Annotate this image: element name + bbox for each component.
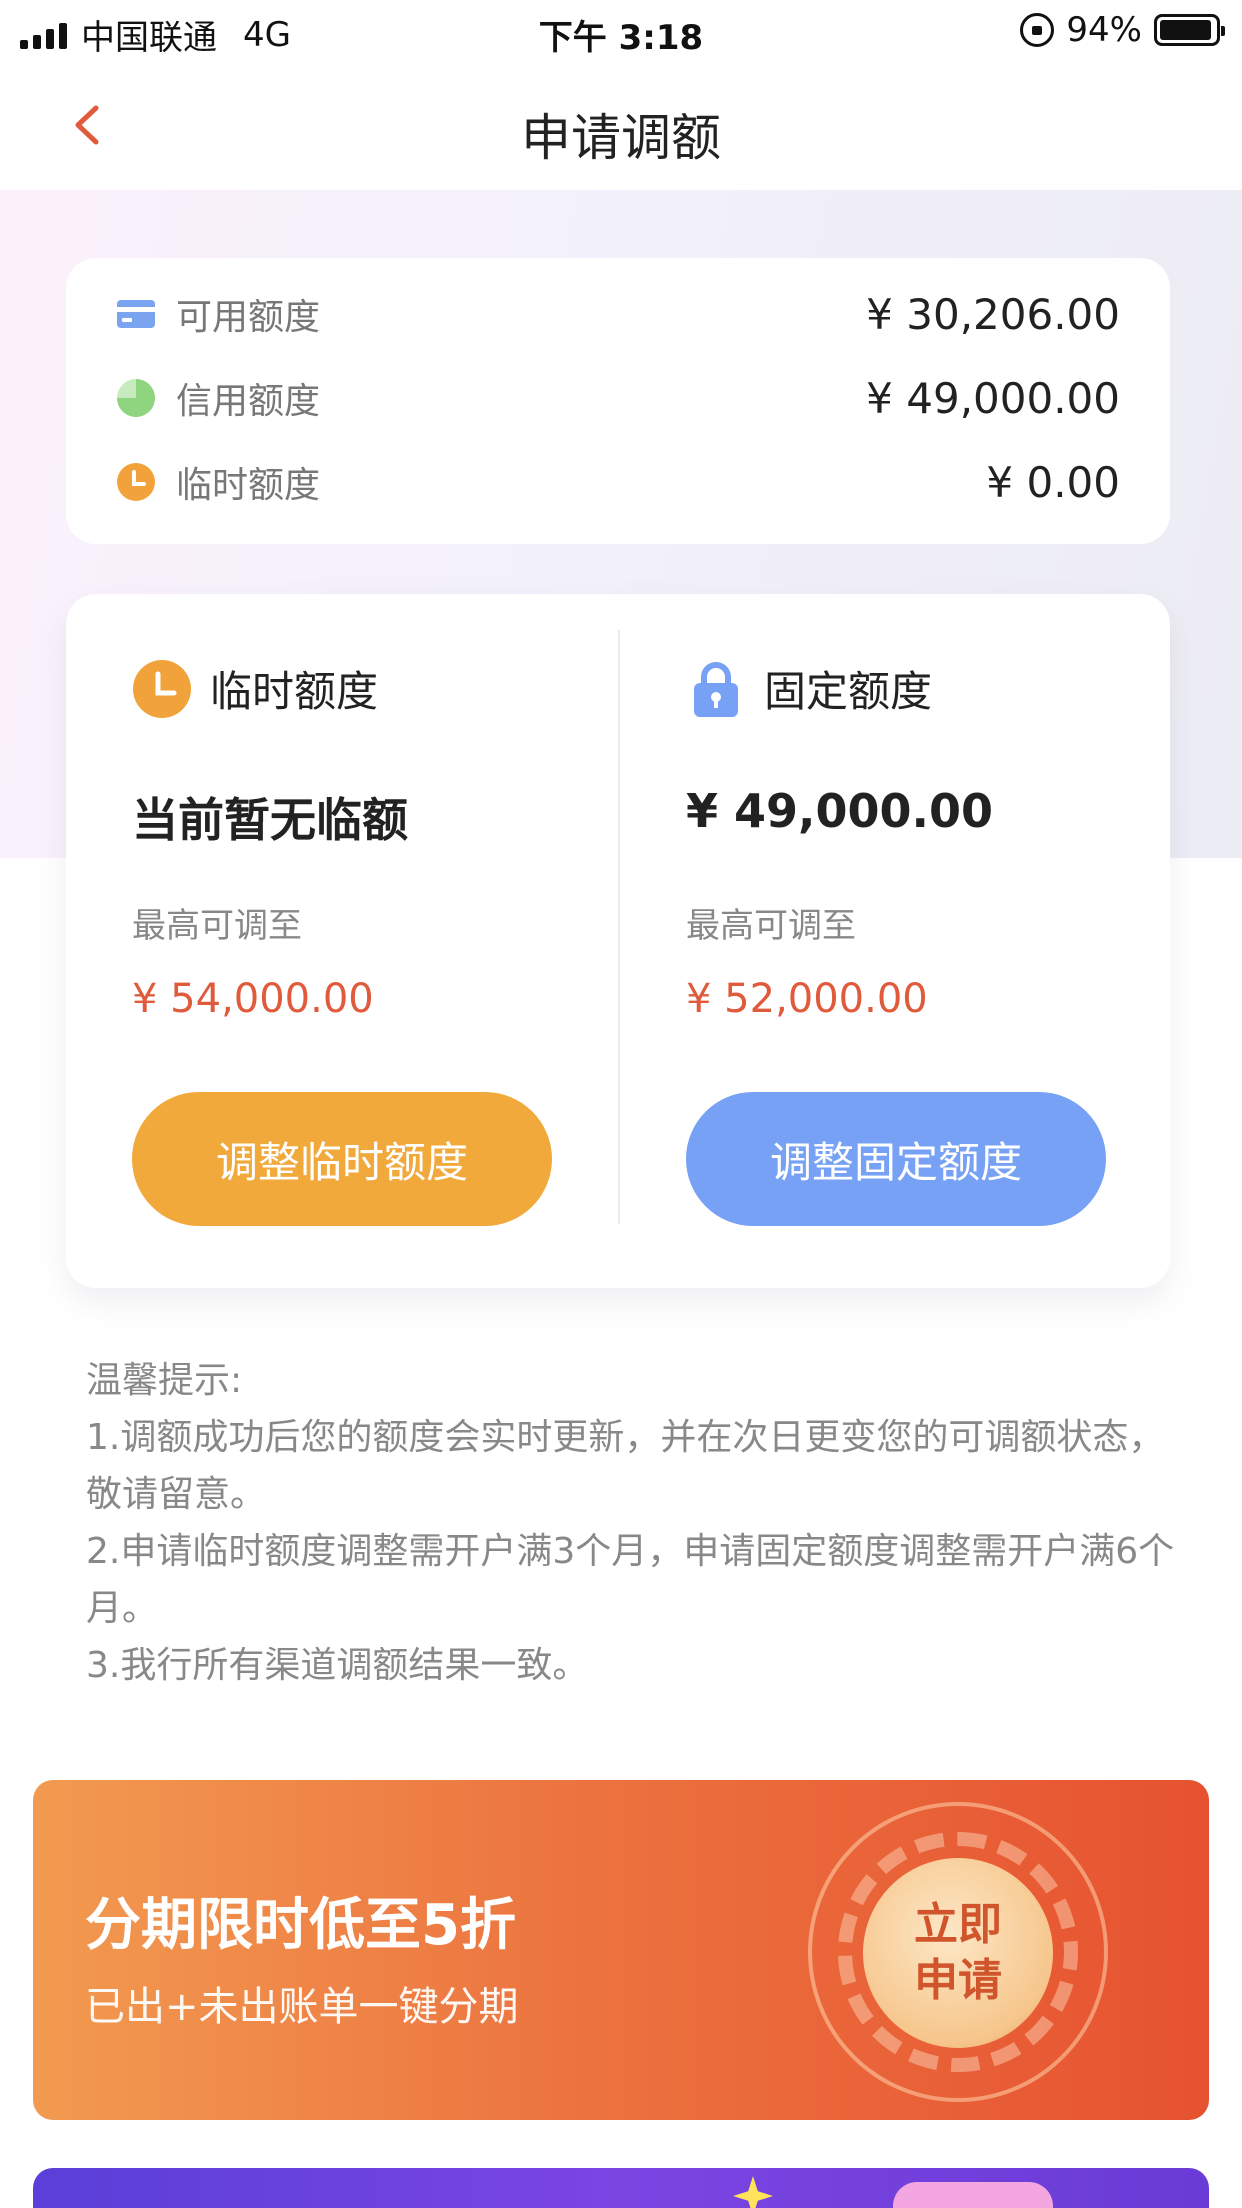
max-adjust-label: 最高可调至 [686, 906, 856, 946]
pie-icon [117, 379, 155, 417]
summary-value: ¥ 0.00 [986, 457, 1120, 507]
fixed-limit-panel: 固定额度 ¥ 49,000.00 最高可调至 ¥ 52,000.00 调整固定额… [686, 594, 1226, 1288]
temporary-limit-panel: 临时额度 当前暂无临额 最高可调至 ¥ 54,000.00 调整临时额度 [132, 594, 672, 1288]
fixed-limit-max: ¥ 52,000.00 [686, 976, 928, 1022]
tips-section: 温馨提示: 1.调额成功后您的额度会实时更新，并在次日更变您的可调额状态，敬请留… [86, 1352, 1176, 1694]
summary-row-available: 可用额度 ¥ 30,206.00 [116, 284, 1120, 344]
temporary-limit-current: 当前暂无临额 [132, 793, 408, 847]
apply-now-button[interactable]: 立即申请 [863, 1858, 1053, 2048]
credit-summary-card: 可用额度 ¥ 30,206.00 信用额度 ¥ 49,000.00 临时额度 ¥… [66, 258, 1170, 544]
page-title: 申请调额 [521, 109, 721, 167]
fixed-limit-title: 固定额度 [764, 667, 933, 716]
card-icon [117, 300, 155, 328]
installment-promo-banner[interactable]: 分期限时低至5折 已出+未出账单一键分期 立即申请 [33, 1780, 1209, 2120]
banner-title: 分期限时低至5折 [85, 1893, 516, 1958]
second-promo-banner[interactable] [33, 2168, 1209, 2208]
rotation-lock-icon [1020, 13, 1055, 47]
nav-bar: 申请调额 [0, 62, 1242, 190]
clock-icon [117, 463, 155, 501]
lock-icon [694, 661, 738, 717]
spark-icon [733, 2176, 773, 2208]
banner-subtitle: 已出+未出账单一键分期 [85, 1984, 519, 2030]
summary-label: 信用额度 [176, 381, 321, 422]
column-divider [618, 630, 620, 1224]
summary-label: 可用额度 [176, 297, 321, 338]
tip-item: 2.申请临时额度调整需开户满3个月，申请固定额度调整需开户满6个月。 [86, 1531, 1175, 1629]
battery-percent: 94% [1066, 10, 1142, 50]
tip-item: 1.调额成功后您的额度会实时更新，并在次日更变您的可调额状态，敬请留意。 [86, 1417, 1165, 1515]
summary-value: ¥ 49,000.00 [866, 373, 1120, 423]
tips-heading: 温馨提示: [86, 1360, 243, 1401]
tip-item: 3.我行所有渠道调额结果一致。 [86, 1645, 589, 1686]
banner-decoration [893, 2182, 1053, 2208]
temporary-limit-max: ¥ 54,000.00 [132, 976, 374, 1022]
adjust-temporary-limit-button[interactable]: 调整临时额度 [132, 1092, 552, 1226]
battery-icon [1154, 14, 1225, 46]
max-adjust-label: 最高可调至 [132, 906, 302, 946]
adjust-fixed-limit-button[interactable]: 调整固定额度 [686, 1092, 1106, 1226]
summary-row-credit: 信用额度 ¥ 49,000.00 [116, 368, 1120, 428]
apply-now-label: 立即申请 [914, 1899, 1002, 2006]
fixed-limit-current: ¥ 49,000.00 [686, 784, 994, 838]
temporary-limit-title: 临时额度 [210, 667, 379, 716]
summary-value: ¥ 30,206.00 [866, 289, 1120, 339]
clock-icon [133, 659, 191, 718]
status-bar: 中国联通 4G 下午 3:18 94% [0, 0, 1242, 62]
summary-label: 临时额度 [176, 465, 321, 506]
adjust-limit-card: 临时额度 当前暂无临额 最高可调至 ¥ 54,000.00 调整临时额度 固定额… [66, 594, 1170, 1288]
summary-row-temporary: 临时额度 ¥ 0.00 [116, 452, 1120, 512]
